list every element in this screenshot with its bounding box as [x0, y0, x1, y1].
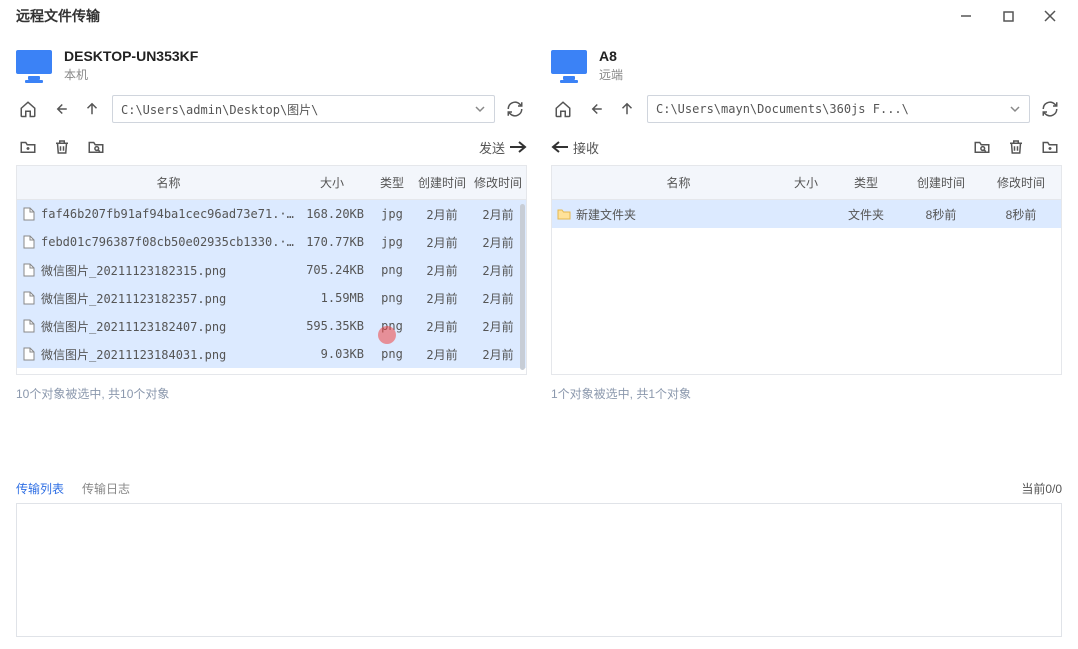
scrollbar[interactable] [520, 204, 525, 370]
cell-name: 微信图片_20211123182357.png [41, 290, 300, 307]
table-row[interactable]: febd01c796387f08cb50e02935cb1330.···170.… [17, 228, 526, 256]
back-button[interactable] [583, 97, 607, 121]
cell-ctime: 2月前 [414, 318, 470, 335]
refresh-button[interactable] [503, 97, 527, 121]
cell-size: 168.20KB [300, 207, 370, 221]
transfer-progress: 当前0/0 [1021, 480, 1062, 497]
table-header: 名称 大小 类型 创建时间 修改时间 [552, 166, 1061, 200]
cell-name: febd01c796387f08cb50e02935cb1330.··· [41, 235, 300, 249]
cell-name: faf46b207fb91af94ba1cec96ad73e71.··· [41, 207, 300, 221]
table-row[interactable]: 微信图片_20211123182357.png1.59MBpng2月前2月前 [17, 284, 526, 312]
file-icon [17, 319, 41, 333]
cell-mtime: 2月前 [470, 262, 526, 279]
file-icon [17, 207, 41, 221]
cell-size: 9.03KB [300, 347, 370, 361]
back-button[interactable] [48, 97, 72, 121]
remote-panel: A8 远端 C:\Users\mayn\Documents\360js F...… [551, 32, 1062, 472]
cell-mtime: 8秒前 [981, 206, 1061, 223]
bottom-tabs: 传输列表 传输日志 当前0/0 [0, 472, 1078, 503]
cell-mtime: 2月前 [470, 234, 526, 251]
cell-size: 705.24KB [300, 263, 370, 277]
table-header: 名称 大小 类型 创建时间 修改时间 [17, 166, 526, 200]
file-icon [17, 291, 41, 305]
cell-mtime: 2月前 [470, 290, 526, 307]
home-button[interactable] [16, 97, 40, 121]
cell-ctime: 2月前 [414, 290, 470, 307]
close-button[interactable] [1030, 2, 1070, 30]
table-row[interactable]: 微信图片_20211123184031.png9.03KBpng2月前2月前 [17, 340, 526, 368]
table-row[interactable]: faf46b207fb91af94ba1cec96ad73e71.···168.… [17, 200, 526, 228]
chevron-down-icon [1009, 103, 1021, 115]
cell-size: 595.35KB [300, 319, 370, 333]
minimize-button[interactable] [946, 2, 986, 30]
receive-button[interactable]: 接收 [551, 138, 599, 157]
local-panel: DESKTOP-UN353KF 本机 C:\Users\admin\Deskto… [16, 32, 527, 472]
cell-ctime: 2月前 [414, 262, 470, 279]
cell-type: jpg [370, 207, 414, 221]
cell-name: 新建文件夹 [576, 206, 781, 223]
file-icon [17, 347, 41, 361]
local-host-sub: 本机 [64, 66, 198, 83]
cell-type: png [370, 347, 414, 361]
chevron-down-icon [474, 103, 486, 115]
new-folder-button[interactable] [16, 135, 40, 159]
tab-transfer-log[interactable]: 传输日志 [82, 480, 130, 497]
monitor-icon [551, 50, 587, 82]
local-status: 10个对象被选中, 共10个对象 [16, 385, 527, 402]
local-path-text: C:\Users\admin\Desktop\图片\ [121, 101, 318, 118]
cell-type: png [370, 263, 414, 277]
file-icon [17, 263, 41, 277]
new-folder-button[interactable] [1038, 135, 1062, 159]
home-button[interactable] [551, 97, 575, 121]
titlebar: 远程文件传输 [0, 0, 1078, 32]
local-path-combo[interactable]: C:\Users\admin\Desktop\图片\ [112, 95, 495, 123]
send-arrow-icon [509, 140, 527, 154]
cell-type: 文件夹 [831, 206, 901, 223]
tab-transfer-list[interactable]: 传输列表 [16, 480, 64, 497]
cell-type: jpg [370, 235, 414, 249]
search-folder-button[interactable] [84, 135, 108, 159]
cell-type: png [370, 291, 414, 305]
remote-path-text: C:\Users\mayn\Documents\360js F...\ [656, 102, 909, 116]
maximize-button[interactable] [988, 2, 1028, 30]
remote-status: 1个对象被选中, 共1个对象 [551, 385, 1062, 402]
remote-host-name: A8 [599, 48, 623, 64]
receive-arrow-icon [551, 140, 569, 154]
cell-size: 170.77KB [300, 235, 370, 249]
cell-mtime: 2月前 [470, 206, 526, 223]
table-row[interactable]: 新建文件夹文件夹8秒前8秒前 [552, 200, 1061, 228]
refresh-button[interactable] [1038, 97, 1062, 121]
local-host-name: DESKTOP-UN353KF [64, 48, 198, 64]
cell-name: 微信图片_20211123184031.png [41, 346, 300, 363]
cell-ctime: 2月前 [414, 234, 470, 251]
send-button[interactable]: 发送 [479, 138, 527, 157]
cell-ctime: 2月前 [414, 206, 470, 223]
local-file-table[interactable]: 名称 大小 类型 创建时间 修改时间 faf46b207fb91af94ba1c… [16, 165, 527, 375]
window-title: 远程文件传输 [16, 6, 100, 26]
folder-icon [552, 208, 576, 220]
delete-button[interactable] [50, 135, 74, 159]
table-row[interactable]: 微信图片_20211123182315.png705.24KBpng2月前2月前 [17, 256, 526, 284]
transfer-log-area [16, 503, 1062, 637]
remote-host-sub: 远端 [599, 66, 623, 83]
cell-name: 微信图片_20211123182315.png [41, 262, 300, 279]
cell-mtime: 2月前 [470, 318, 526, 335]
cell-ctime: 2月前 [414, 346, 470, 363]
table-row[interactable]: 微信图片_20211123182407.png595.35KBpng2月前2月前 [17, 312, 526, 340]
file-icon [17, 235, 41, 249]
remote-file-table[interactable]: 名称 大小 类型 创建时间 修改时间 新建文件夹文件夹8秒前8秒前 [551, 165, 1062, 375]
cell-name: 微信图片_20211123182407.png [41, 318, 300, 335]
monitor-icon [16, 50, 52, 82]
up-button[interactable] [80, 97, 104, 121]
cell-type: png [370, 319, 414, 333]
cell-size: 1.59MB [300, 291, 370, 305]
cell-mtime: 2月前 [470, 346, 526, 363]
search-folder-button[interactable] [970, 135, 994, 159]
remote-path-combo[interactable]: C:\Users\mayn\Documents\360js F...\ [647, 95, 1030, 123]
cell-ctime: 8秒前 [901, 206, 981, 223]
delete-button[interactable] [1004, 135, 1028, 159]
up-button[interactable] [615, 97, 639, 121]
